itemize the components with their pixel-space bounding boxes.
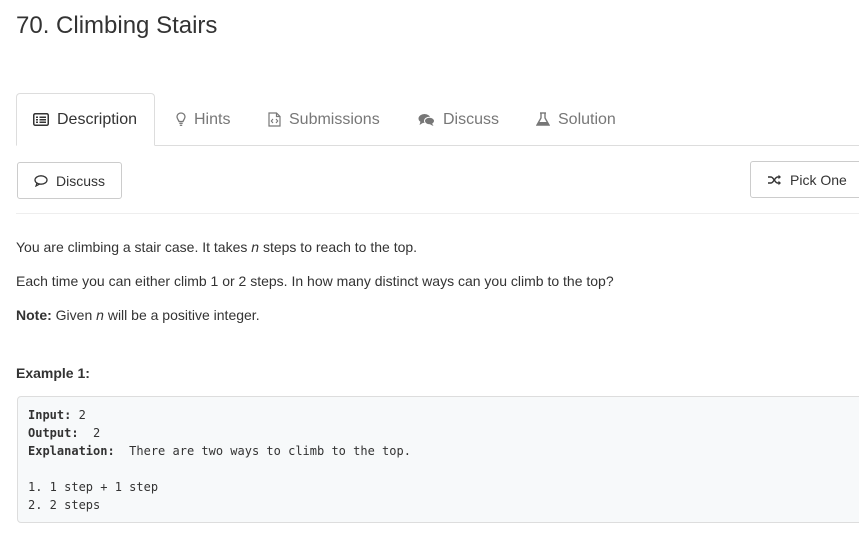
code-step-2-line: 2. 2 steps [28, 498, 101, 512]
note-label: Note: [16, 307, 52, 323]
tab-solution-label: Solution [558, 110, 616, 128]
tab-solution[interactable]: Solution [536, 93, 616, 146]
code-input-line: Input: 2 [28, 408, 86, 422]
shuffle-icon [767, 174, 782, 186]
tab-description-label: Description [57, 110, 138, 128]
problem-page: 70. Climbing Stairs Description Hints Su… [0, 0, 859, 535]
description-line-1: You are climbing a stair case. It takes … [16, 239, 418, 255]
discuss-button[interactable]: Discuss [17, 162, 122, 199]
toolbar-divider [16, 213, 859, 214]
code-step-1-line: 1. 1 step + 1 step [28, 480, 159, 494]
pick-one-button-label: Pick One [790, 171, 847, 188]
tab-submissions-label: Submissions [289, 110, 380, 128]
flask-icon [536, 112, 550, 127]
tab-bar: Description Hints Submissions Discuss So… [16, 93, 859, 146]
example-code-block: Input: 2 Output: 2 Explanation: There are … [17, 396, 859, 523]
tab-hints-label: Hints [194, 110, 231, 128]
note-paragraph: Note: Given n will be a positive integer… [16, 307, 260, 323]
pick-one-button[interactable]: Pick One [750, 161, 859, 198]
tab-discuss[interactable]: Discuss [418, 93, 499, 146]
tab-description[interactable]: Description [16, 93, 155, 146]
discuss-button-label: Discuss [56, 172, 106, 189]
tab-submissions[interactable]: Submissions [268, 93, 380, 146]
comment-icon [34, 174, 48, 187]
description-line-2: Each time you can either climb 1 or 2 st… [16, 273, 614, 289]
tab-hints[interactable]: Hints [176, 93, 230, 146]
page-title: 70. Climbing Stairs [16, 12, 218, 39]
lightbulb-icon [176, 112, 186, 127]
list-icon [33, 113, 49, 126]
comments-icon [418, 113, 435, 127]
tab-discuss-label: Discuss [443, 110, 500, 128]
code-output-line: Output: 2 [28, 426, 101, 440]
file-code-icon [268, 112, 281, 127]
code-explanation-line: Explanation: There are two ways to climb… [28, 444, 411, 458]
example-title: Example 1: [16, 365, 90, 381]
